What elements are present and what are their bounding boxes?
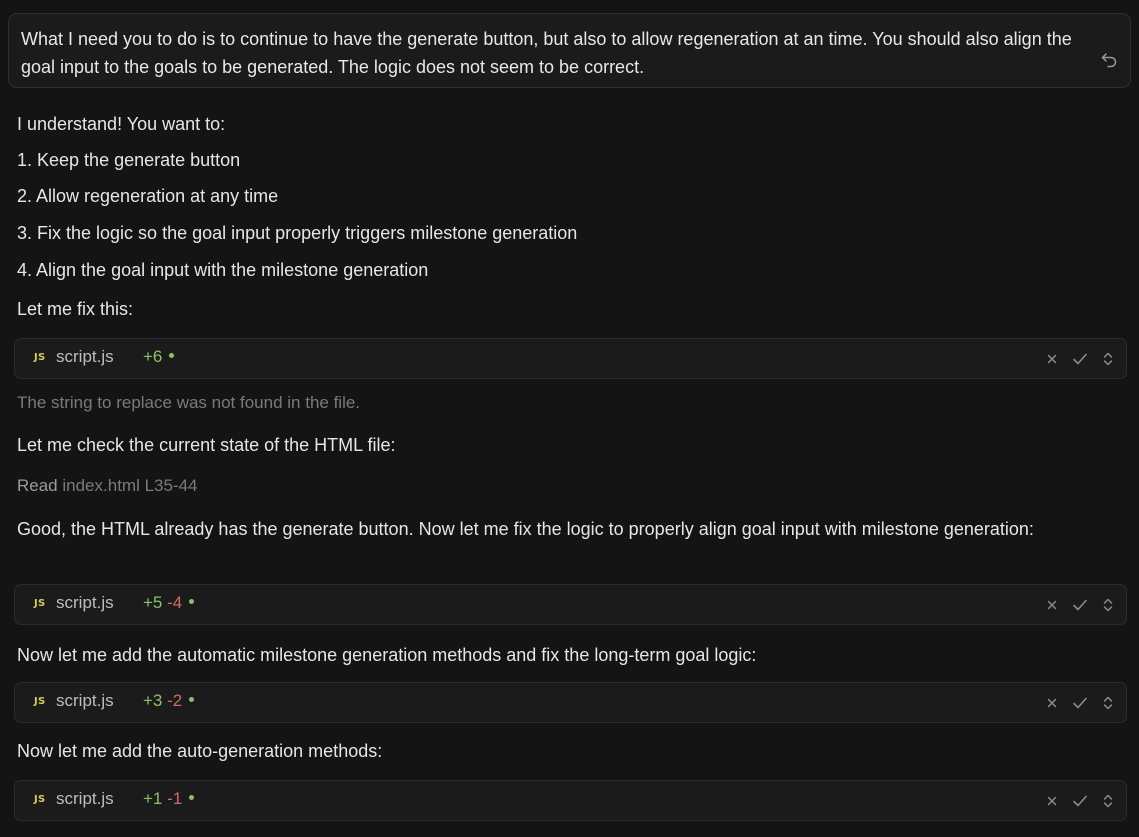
card-actions	[1046, 348, 1114, 370]
list-item: 3. Fix the logic so the goal input prope…	[17, 223, 578, 243]
card-actions	[1046, 790, 1114, 812]
check-text: Let me check the current state of the HT…	[17, 435, 396, 455]
file-name[interactable]: script.js	[56, 789, 114, 809]
expand-icon[interactable]	[1102, 351, 1114, 367]
diff-stats: +3 -2	[143, 691, 195, 711]
expand-icon[interactable]	[1102, 597, 1114, 613]
expand-icon[interactable]	[1102, 695, 1114, 711]
read-action[interactable]: Read index.html L35-44	[17, 474, 198, 498]
auto-gen-text: Now let me add the auto-generation metho…	[17, 741, 383, 761]
diff-stats: +5 -4	[143, 593, 195, 613]
fix-intro-text: Let me fix this:	[17, 299, 134, 319]
check-icon[interactable]	[1072, 598, 1088, 612]
file-name[interactable]: script.js	[56, 347, 114, 367]
add-methods-text: Now let me add the automatic milestone g…	[17, 645, 757, 665]
good-text: Good, the HTML already has the generate …	[17, 519, 1034, 539]
status-dot	[189, 599, 195, 605]
card-actions	[1046, 594, 1114, 616]
edit-card-script-js[interactable]: JS script.js +1 -1	[14, 780, 1127, 821]
js-file-icon: JS	[34, 352, 46, 363]
file-name[interactable]: script.js	[56, 691, 114, 711]
assistant-intro: I understand! You want to:	[17, 114, 226, 134]
close-icon[interactable]	[1046, 697, 1058, 709]
lines-added: +1	[143, 789, 163, 808]
list-item: 2. Allow regeneration at any time	[17, 186, 279, 206]
file-name[interactable]: script.js	[56, 593, 114, 613]
close-icon[interactable]	[1046, 599, 1058, 611]
user-message[interactable]: What I need you to do is to continue to …	[8, 13, 1131, 88]
read-file: index.html L35-44	[62, 476, 198, 495]
lines-removed: -4	[167, 593, 183, 612]
lines-removed: -2	[167, 691, 183, 710]
lines-added: +3	[143, 691, 163, 710]
diff-stats: +1 -1	[143, 789, 195, 809]
card-actions	[1046, 692, 1114, 714]
error-message: The string to replace was not found in t…	[17, 393, 361, 412]
expand-icon[interactable]	[1102, 793, 1114, 809]
js-file-icon: JS	[34, 598, 46, 609]
edit-card-script-js[interactable]: JS script.js +3 -2	[14, 682, 1127, 723]
close-icon[interactable]	[1046, 353, 1058, 365]
check-icon[interactable]	[1072, 794, 1088, 808]
lines-added: +6	[143, 347, 163, 366]
diff-stats: +6	[143, 347, 175, 367]
read-verb: Read	[17, 476, 58, 495]
status-dot	[169, 353, 175, 359]
list-item: 4. Align the goal input with the milesto…	[17, 260, 429, 280]
close-icon[interactable]	[1046, 795, 1058, 807]
lines-added: +5	[143, 593, 163, 612]
edit-card-script-js[interactable]: JS script.js +6	[14, 338, 1127, 379]
js-file-icon: JS	[34, 794, 46, 805]
status-dot	[189, 795, 195, 801]
user-message-text: What I need you to do is to continue to …	[21, 29, 1072, 77]
list-item: 1. Keep the generate button	[17, 150, 241, 170]
edit-card-script-js[interactable]: JS script.js +5 -4	[14, 584, 1127, 625]
status-dot	[189, 697, 195, 703]
undo-icon[interactable]	[1099, 50, 1119, 70]
js-file-icon: JS	[34, 696, 46, 707]
check-icon[interactable]	[1072, 696, 1088, 710]
check-icon[interactable]	[1072, 352, 1088, 366]
lines-removed: -1	[167, 789, 183, 808]
